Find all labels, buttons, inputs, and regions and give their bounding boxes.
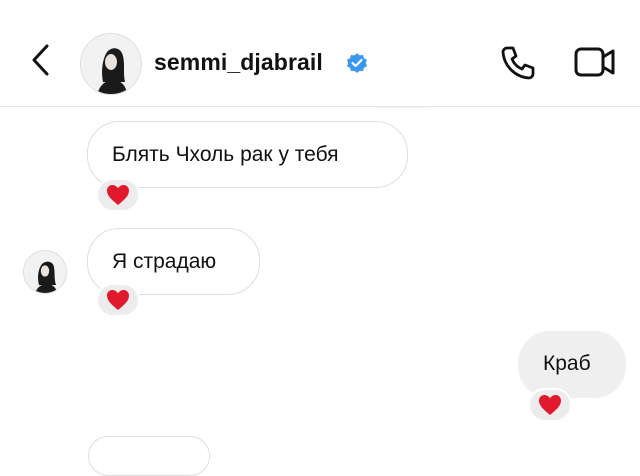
profile-avatar[interactable] bbox=[80, 33, 142, 95]
message-text: Краб bbox=[543, 352, 591, 375]
audio-call-button[interactable] bbox=[498, 43, 538, 83]
chevron-left-icon bbox=[32, 44, 49, 76]
video-call-button[interactable] bbox=[574, 44, 616, 80]
message-text: Я страдаю bbox=[112, 250, 217, 273]
message-reaction[interactable] bbox=[96, 283, 140, 317]
next-message-bubble bbox=[88, 436, 210, 476]
avatar-image bbox=[81, 34, 141, 94]
message-text: Блять Чхоль рак у тебя bbox=[112, 143, 339, 166]
message-bubble[interactable]: Блять Чхоль рак у тебя bbox=[87, 121, 408, 188]
video-camera-icon bbox=[574, 47, 615, 77]
message-reaction[interactable] bbox=[528, 388, 572, 422]
heart-icon bbox=[107, 290, 129, 310]
chat-username[interactable]: semmi_djabrail bbox=[154, 49, 323, 76]
verified-badge-icon bbox=[345, 51, 369, 75]
message-reaction[interactable] bbox=[96, 178, 140, 212]
sender-avatar[interactable] bbox=[23, 250, 67, 294]
phone-icon bbox=[501, 46, 535, 80]
chat-header: semmi_djabrail bbox=[0, 0, 640, 107]
avatar-image bbox=[24, 251, 66, 293]
heart-icon bbox=[107, 185, 129, 205]
message-bubble[interactable]: Краб bbox=[518, 331, 626, 398]
heart-icon bbox=[539, 395, 561, 415]
back-button[interactable] bbox=[26, 40, 56, 80]
